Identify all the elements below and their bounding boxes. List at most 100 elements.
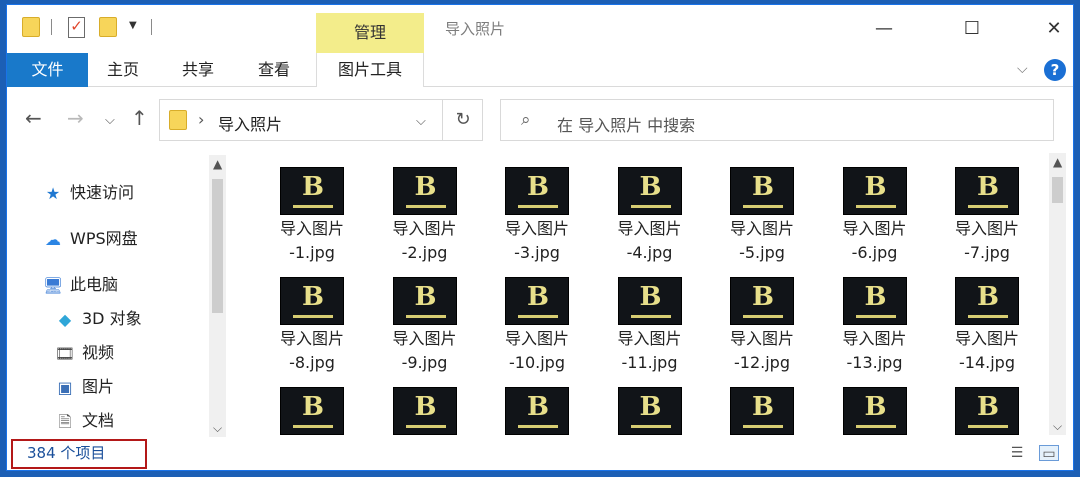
scroll-up-icon[interactable]: ▲ [1053,155,1062,169]
file-item[interactable]: B [370,377,480,437]
details-view-icon[interactable]: ☰ [1007,445,1027,461]
logo-mark: B [302,392,324,422]
file-name: 导入图片 -4.jpg [595,217,705,265]
sidebar-item-label: 3D 对象 [82,309,142,328]
up-arrow-icon[interactable]: ↑ [131,108,148,128]
nav-scrollbar-thumb[interactable] [212,179,223,313]
search-placeholder: 在 导入照片 中搜索 [557,116,696,135]
file-name-line: -5.jpg [739,243,785,262]
tab-share[interactable]: 共享 [182,53,214,87]
file-name-line: 导入图片 [842,329,907,348]
sidebar-item-documents[interactable]: 🗎 文档 [54,409,114,433]
forward-arrow-icon[interactable]: → [67,108,84,128]
file-item[interactable]: B 导入图片 -14.jpg [932,267,1042,377]
minimize-button[interactable]: — [861,13,907,45]
file-name-line: -10.jpg [509,353,565,372]
back-arrow-icon[interactable]: ← [25,108,42,128]
expand-ribbon-icon[interactable]: ⌵ [1017,61,1028,77]
file-name-line: 导入图片 [392,219,457,238]
refresh-button[interactable]: ↻ [442,99,483,141]
file-item[interactable]: B 导入图片 -6.jpg [820,157,930,267]
sidebar-item-quick-access[interactable]: ★ 快速访问 [42,181,134,205]
file-item[interactable]: B 导入图片 -11.jpg [595,267,705,377]
file-item[interactable]: B 导入图片 -1.jpg [257,157,367,267]
logo-caption [743,425,783,428]
address-history-icon[interactable]: ⌵ [416,114,426,129]
sidebar-item-label: 文档 [82,411,115,430]
sidebar-item-this-pc[interactable]: 🖥 此电脑 [42,273,118,297]
new-folder-icon[interactable] [99,17,117,37]
file-item[interactable]: B 导入图片 -12.jpg [707,267,817,377]
properties-icon[interactable]: ✓ [68,17,85,38]
logo-mark: B [752,282,774,312]
logo-mark: B [414,392,437,422]
maximize-button[interactable]: ☐ [949,13,995,45]
tab-manage[interactable]: 管理 [316,13,424,53]
file-item[interactable]: B 导入图片 -7.jpg [932,157,1042,267]
tab-picture-tools[interactable]: 图片工具 [316,53,424,87]
file-name-line: -9.jpg [401,353,448,372]
file-name: 导入图片 -13.jpg [820,327,930,375]
sidebar-item-3d-objects[interactable]: ◆ 3D 对象 [54,307,142,331]
tab-home[interactable]: 主页 [107,53,139,87]
picture-icon: ▣ [57,377,73,397]
file-name: 导入图片 -6.jpg [820,217,930,265]
content-scrollbar[interactable]: ▲ ⌵ [1049,153,1066,435]
logo-mark: B [302,172,324,202]
scroll-up-icon[interactable]: ▲ [213,157,222,171]
scroll-down-icon[interactable]: ⌵ [213,421,222,436]
image-thumbnail: B [617,167,682,215]
file-item[interactable]: B 导入图片 -5.jpg [707,157,817,267]
nav-scrollbar[interactable]: ▲ ⌵ [209,155,226,437]
large-icons-view-icon[interactable]: ▭ [1039,445,1059,462]
content-scrollbar-thumb[interactable] [1052,177,1063,203]
address-bar[interactable]: › 导入照片 ⌵ [159,99,483,141]
file-item[interactable]: B [257,377,367,437]
tab-file[interactable]: 文件 [7,53,88,87]
sidebar-item-label: 视频 [82,343,115,362]
image-thumbnail: B [730,277,794,325]
file-item[interactable]: B 导入图片 -9.jpg [370,267,480,377]
file-item[interactable]: B 导入图片 -2.jpg [370,157,480,267]
file-item[interactable]: B 导入图片 -10.jpg [482,267,592,377]
logo-caption [968,425,1008,428]
file-item[interactable]: B [707,377,817,437]
image-thumbnail: B [842,387,907,435]
file-item[interactable]: B [820,377,930,437]
file-item[interactable]: B 导入图片 -8.jpg [257,267,367,377]
breadcrumb[interactable]: 导入照片 [218,111,282,135]
file-item[interactable]: B 导入图片 -13.jpg [820,267,930,377]
file-name: 导入图片 -8.jpg [257,327,367,375]
help-icon[interactable]: ? [1044,59,1066,81]
file-name-line: 导入图片 [617,329,682,348]
file-name-line: -8.jpg [289,353,335,372]
sidebar-item-wps-drive[interactable]: ☁ WPS网盘 [42,227,138,251]
customize-quick-access-icon[interactable]: ▼ [129,21,137,31]
file-name-line: 导入图片 [392,329,457,348]
cloud-icon: ☁ [45,229,61,249]
logo-mark: B [864,282,887,312]
image-thumbnail: B [280,387,344,435]
logo-mark: B [414,282,437,312]
file-item[interactable]: B [482,377,592,437]
breadcrumb-separator[interactable]: › [198,110,204,129]
sidebar-item-videos[interactable]: 🎞 视频 [54,341,114,365]
sidebar-item-label: 图片 [82,377,115,396]
file-item[interactable]: B 导入图片 -3.jpg [482,157,592,267]
logo-mark: B [527,282,549,312]
image-thumbnail: B [392,277,457,325]
file-item[interactable]: B [932,377,1042,437]
tab-view[interactable]: 查看 [258,53,290,87]
file-name-line: 导入图片 [954,219,1019,238]
folder-icon[interactable] [22,17,40,37]
logo-mark: B [752,172,774,202]
file-item[interactable]: B [595,377,705,437]
recent-locations-icon[interactable]: ⌵ [105,111,115,131]
file-item[interactable]: B 导入图片 -4.jpg [595,157,705,267]
image-thumbnail: B [505,387,569,435]
file-name: 导入图片 -7.jpg [932,217,1042,265]
close-button[interactable]: ✕ [1031,13,1073,45]
search-input[interactable]: ⌕ 在 导入照片 中搜索 [500,99,1054,141]
sidebar-item-pictures[interactable]: ▣ 图片 [54,375,114,399]
scroll-down-icon[interactable]: ⌵ [1053,419,1062,434]
